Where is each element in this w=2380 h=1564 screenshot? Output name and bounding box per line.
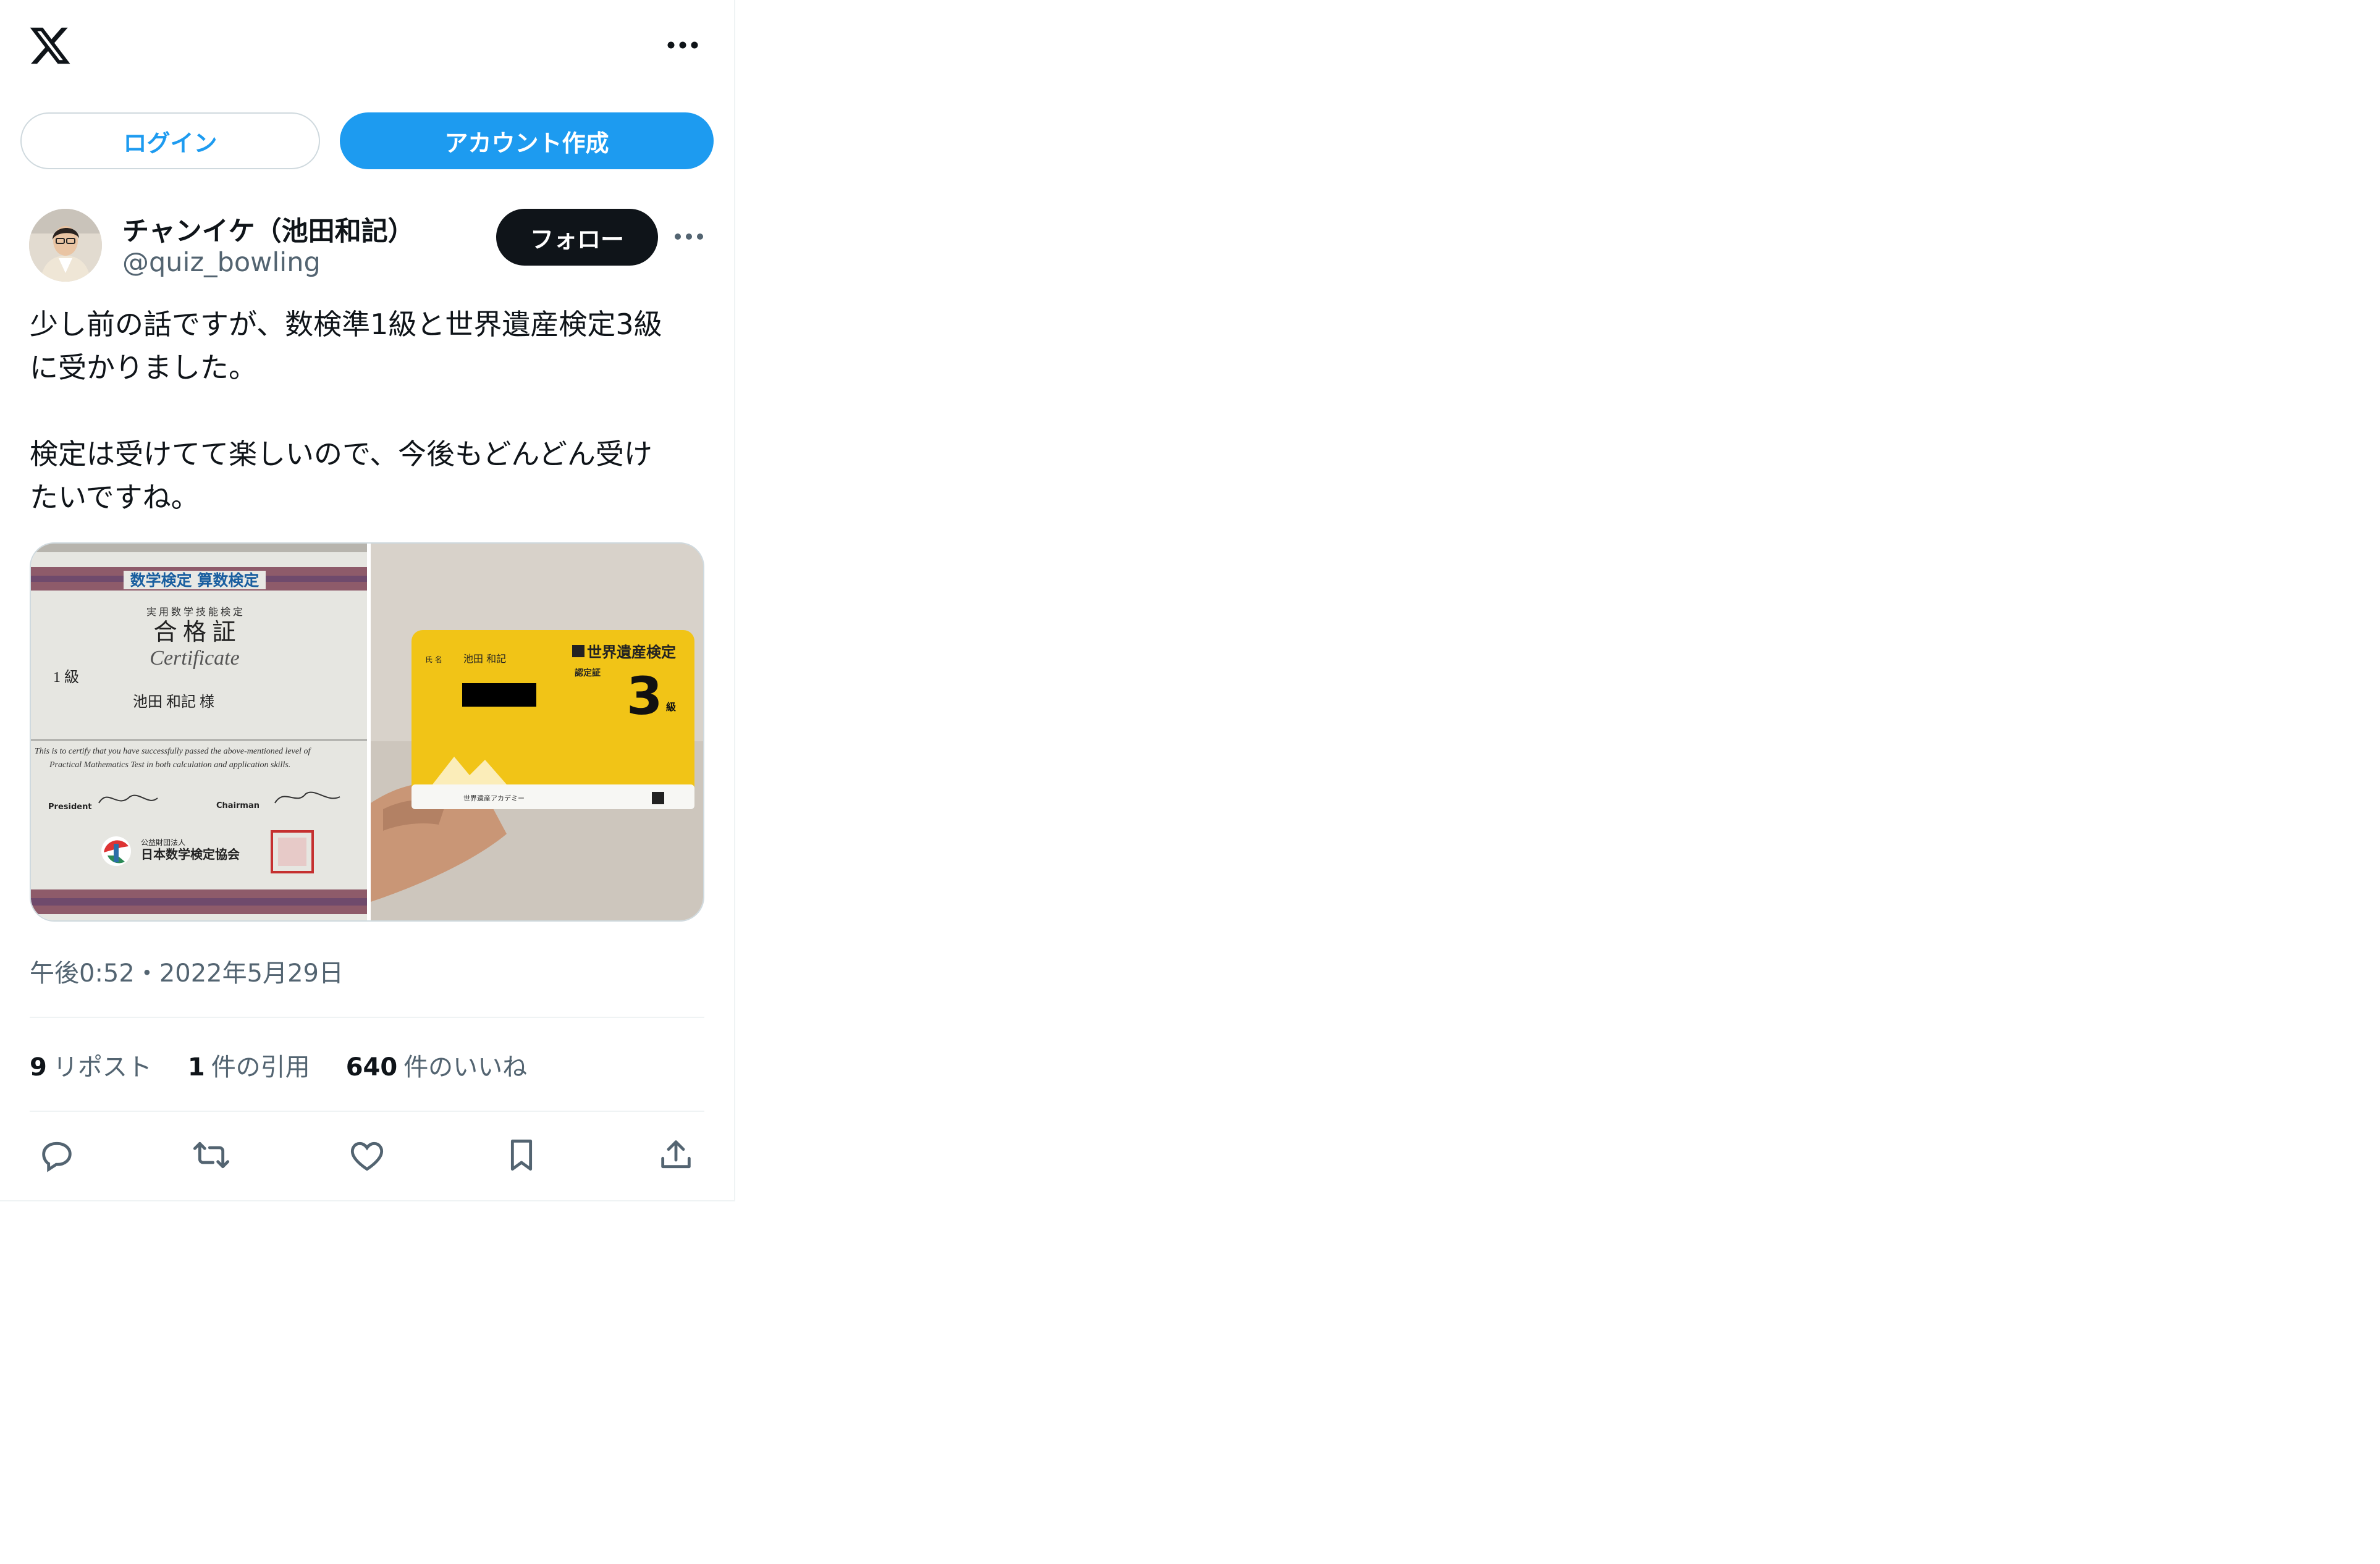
author-handle[interactable]: @quiz_bowling [122,247,321,278]
tweet-text-line: に受かりました。 [30,351,257,384]
create-account-button[interactable]: アカウント作成 [340,112,714,169]
tweet-media: 数学検定 算数検定 実 用 数 学 技 能 検 定 合 格 証 Certific… [30,542,704,922]
divider [30,1017,704,1018]
cert-banner: 数学検定 算数検定 [130,571,260,589]
card-footer: 世界遺産アカデミー [463,794,525,802]
card-grade-number: 3 [627,666,662,726]
login-button[interactable]: ログイン [20,112,320,169]
tweet-text-line: 検定は受けてて楽しいので、今後もどんどん受け [30,437,652,471]
share-icon[interactable] [656,1135,696,1175]
cert-title: 合 格 証 [153,620,235,645]
tweet-text-line: 少し前の話ですが、数検準1級と世界遺産検定3級 [30,308,662,341]
tweet-text: 少し前の話ですが、数検準1級と世界遺産検定3級 に受かりました。 検定は受けてて… [30,303,709,519]
likes-stat[interactable]: 640 件のいいね [346,1047,528,1083]
card-title: 世界遺産検定 [587,644,676,661]
reposts-stat[interactable]: 9 リポスト [30,1047,152,1083]
quotes-count: 1 [187,1053,205,1082]
reposts-count: 9 [30,1053,47,1082]
divider [30,1111,704,1112]
cert-grade: 1 級 [53,669,79,686]
cert-president: President [48,802,92,812]
tweet-timestamp[interactable]: 午後0:52・2022年5月29日 [30,953,344,989]
like-icon[interactable] [347,1135,387,1175]
cert-english-1: This is to certify that you have success… [35,747,311,756]
world-heritage-card-photo[interactable]: 氏 名 池田 和記 世界遺産検定 認定証 3 級 世界遺産アカデミー [371,544,703,920]
card-name: 池田 和記 [463,653,506,665]
repost-icon[interactable] [192,1135,231,1175]
reposts-label: リポスト [53,1053,152,1082]
card-cert-label: 認定証 [575,668,601,678]
author-display-name[interactable]: チャンイケ（池田和記） [122,210,415,248]
cert-english-2: Practical Mathematics Test in both calcu… [49,760,290,770]
svg-text:氏 名: 氏 名 [425,655,442,664]
math-certificate-photo[interactable]: 数学検定 算数検定 実 用 数 学 技 能 検 定 合 格 証 Certific… [31,544,367,920]
reply-icon[interactable] [37,1135,77,1175]
card-grade-suffix: 級 [666,701,676,713]
avatar[interactable] [29,209,102,282]
tweet-text-line: たいですね。 [30,481,200,514]
cert-subtitle: 実 用 数 学 技 能 検 定 [146,607,243,618]
tweet-page: ログイン アカウント作成 チャンイケ（池田和記） @quiz_bowling フ… [0,0,735,1201]
likes-count: 640 [345,1053,398,1082]
likes-label: 件のいいね [403,1053,528,1082]
cert-certificate: Certificate [150,647,239,670]
cert-name: 池田 和記 様 [133,694,214,710]
x-logo-icon[interactable] [28,23,72,68]
follow-button[interactable]: フォロー [496,209,658,266]
quotes-label: 件の引用 [211,1053,310,1082]
quotes-stat[interactable]: 1 件の引用 [188,1047,310,1083]
more-horizontal-icon[interactable] [661,30,704,61]
bookmark-icon[interactable] [502,1135,541,1175]
cert-org: 日本数学検定協会 [141,847,240,862]
tweet-more-icon[interactable] [670,221,707,252]
cert-org-small: 公益財団法人 [141,838,185,847]
tweet-stats: 9 リポスト 1 件の引用 640 件のいいね [30,1047,527,1083]
cert-chairman: Chairman [216,801,260,810]
